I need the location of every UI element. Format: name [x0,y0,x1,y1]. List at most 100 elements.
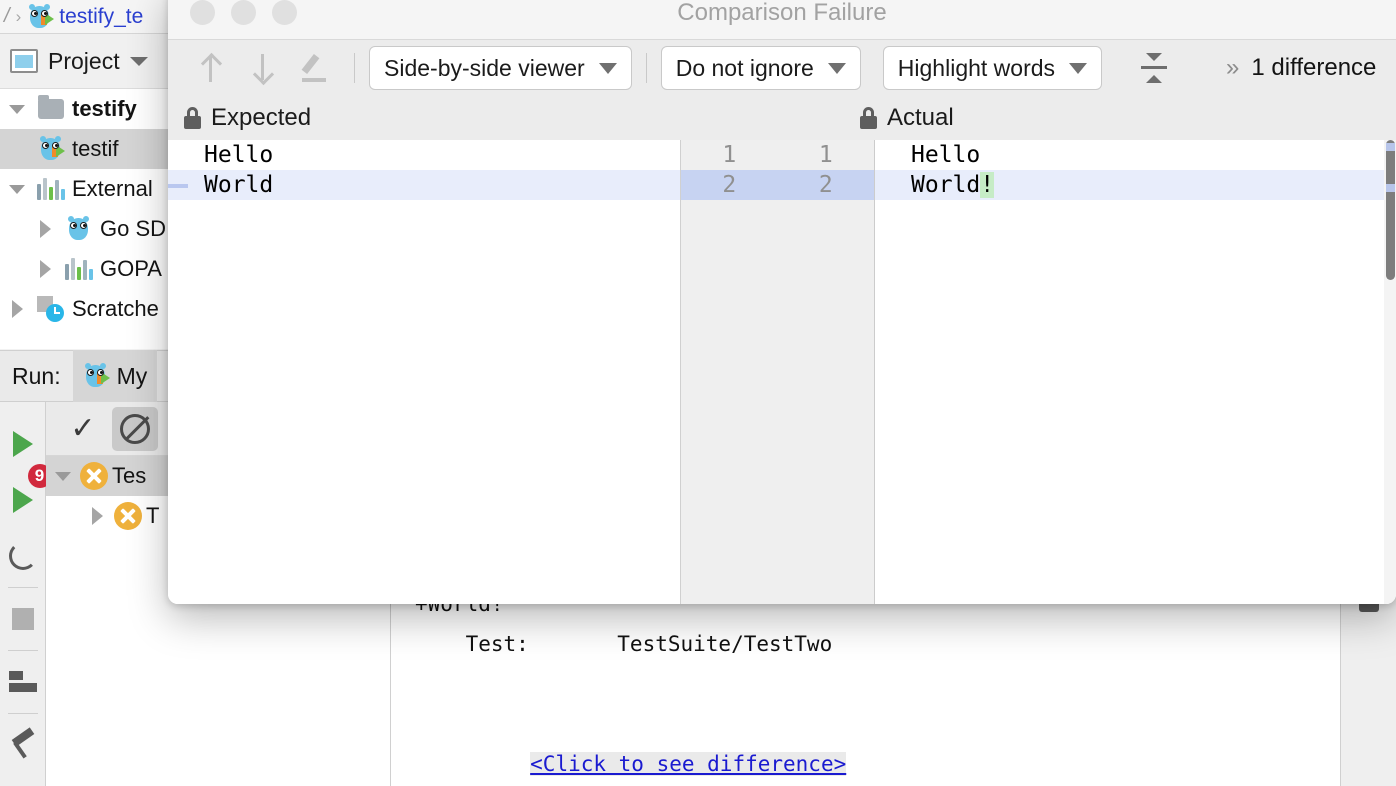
go-file-icon [34,136,68,162]
comparison-failure-dialog: Comparison Failure Side-by-side viewer D… [168,0,1396,604]
tree-item-label: Go SD [96,216,166,242]
previous-difference-button[interactable] [184,46,236,90]
expand-arrow-icon[interactable] [28,220,62,238]
project-panel-title: Project [48,48,120,75]
actual-line-number: 1 [778,140,875,170]
expand-arrow-icon[interactable] [46,472,80,481]
stop-icon [12,608,34,630]
divider [646,53,647,83]
change-marker [1386,143,1395,151]
dialog-title: Comparison Failure [168,0,1396,27]
check-icon: ✓ [70,414,95,444]
lock-icon [860,107,877,129]
tree-item-label: testif [68,136,118,162]
chevron-right-icon: › [16,7,22,27]
stop-button[interactable] [0,591,46,647]
chevron-down-icon[interactable] [130,57,148,66]
chevron-down-icon [599,63,617,74]
actual-scrollbar[interactable] [1384,140,1396,604]
layout-icon [9,671,37,693]
breadcrumb-file-label: testify_te [59,5,143,29]
scrollbar-thumb[interactable] [1386,140,1395,280]
chevron-down-icon [1069,63,1087,74]
edit-source-button[interactable] [288,46,340,90]
refresh-icon [9,542,37,570]
ignore-mode-dropdown[interactable]: Do not ignore [661,46,861,90]
inserted-text: ! [980,172,994,198]
screen: / › testify_te Project testify [0,0,1396,786]
overflow-button[interactable]: » [1214,54,1251,82]
tree-item-label: GOPA [96,256,162,282]
go-file-icon [27,4,53,30]
gutter-row-changed: 2 2 [681,170,874,200]
actual-line-number: 2 [778,170,875,200]
viewer-mode-dropdown[interactable]: Side-by-side viewer [369,46,632,90]
divider [8,713,38,714]
dialog-titlebar[interactable]: Comparison Failure [168,0,1396,40]
console-line [391,664,1340,704]
deny-icon [120,414,150,444]
next-difference-button[interactable] [236,46,288,90]
lock-icon [184,107,201,129]
diff-body: Hello World 1 1 2 2 Hello World! [168,140,1396,604]
actual-pane-header: Actual [720,96,1396,140]
actual-editor[interactable]: Hello World! [875,140,1396,604]
expand-arrow-icon[interactable] [28,260,62,278]
run-panel-label: Run: [0,363,73,390]
play-icon [13,431,33,457]
viewer-mode-label: Side-by-side viewer [384,55,585,82]
pencil-icon [301,54,327,82]
pin-icon [10,731,36,759]
show-ignored-button[interactable] [112,407,158,451]
test-failed-icon [80,462,108,490]
run-actions-gutter: 9 [0,402,46,786]
run-tab-my-test[interactable]: My [73,350,158,402]
gutter-row: 1 1 [681,140,874,170]
arrow-down-icon [252,54,272,82]
diff-toolbar: Side-by-side viewer Do not ignore Highli… [168,40,1396,96]
test-failed-icon [114,502,142,530]
expand-arrow-icon[interactable] [0,105,34,114]
tree-item-label: testify [68,96,137,122]
expected-editor[interactable]: Hello World [168,140,681,604]
arrow-up-icon [200,54,220,82]
collapse-icon [1139,53,1169,83]
ignore-mode-label: Do not ignore [676,55,814,82]
play-icon [13,487,33,513]
expand-arrow-icon[interactable] [0,300,34,318]
expected-pane-title: Expected [211,104,311,132]
diff-line: Hello [875,140,1396,170]
collapse-unchanged-button[interactable] [1128,46,1180,90]
layout-button[interactable] [0,654,46,710]
breadcrumb-root-icon: / [4,5,10,28]
change-marker [168,184,188,188]
expand-arrow-icon[interactable] [0,185,34,194]
highlight-mode-label: Highlight words [898,55,1055,82]
diff-line-changed: World [168,170,680,200]
expected-line-number: 1 [681,140,778,170]
console-line-link[interactable]: <Click to see difference> [391,704,1340,744]
console-line: Test: TestSuite/TestTwo [391,624,1340,664]
difference-count-label: 1 difference [1251,54,1376,82]
pin-tab-button[interactable] [0,717,46,773]
rerun-failed-button[interactable]: 9 [0,472,46,528]
show-passed-button[interactable]: ✓ [60,407,106,451]
expand-arrow-icon[interactable] [80,507,114,525]
go-test-icon [83,363,109,389]
project-window-icon [10,49,38,73]
divider [8,587,38,588]
rerun-automatically-button[interactable] [0,528,46,584]
scratches-clock-icon [34,296,68,322]
diff-line-changed: World! [875,170,1396,200]
see-difference-link[interactable]: <Click to see difference> [530,752,846,776]
change-marker [1386,184,1395,192]
test-tree-label: Tes [108,463,146,489]
highlight-mode-dropdown[interactable]: Highlight words [883,46,1102,90]
tree-item-label: Scratche [68,296,159,322]
library-bars-icon [62,258,96,280]
expected-pane-header: Expected [168,96,720,140]
go-sdk-icon [62,216,96,242]
diff-line: Hello [168,140,680,170]
divider [354,53,355,83]
library-bars-icon [34,178,68,200]
